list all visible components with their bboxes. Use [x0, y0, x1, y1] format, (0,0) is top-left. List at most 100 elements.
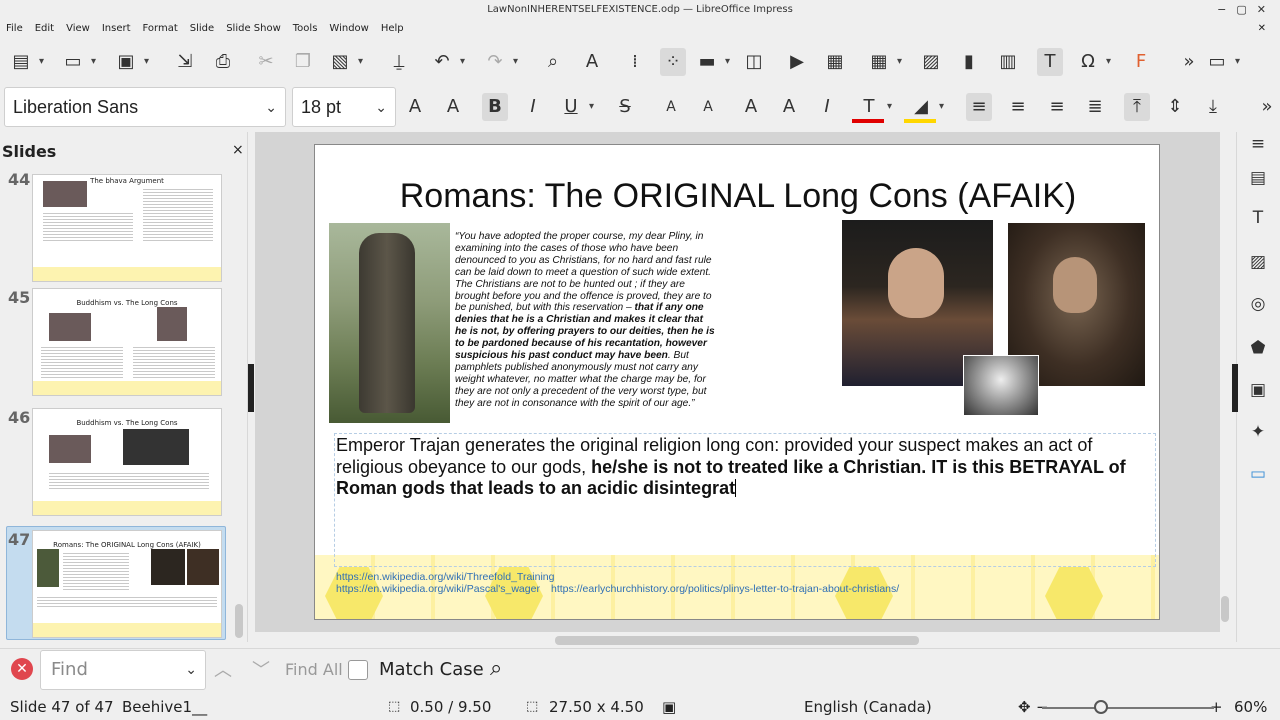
find-replace-dialog-icon[interactable]: ⌕	[490, 656, 502, 681]
slide-layouts-icon[interactable]: ▣	[1246, 378, 1270, 402]
slide[interactable]: Romans: The ORIGINAL Long Cons (AFAIK) “…	[314, 144, 1160, 620]
menu-file[interactable]: File	[0, 20, 29, 38]
special-character-icon[interactable]: Ω	[1075, 48, 1111, 76]
open-folder-icon[interactable]: ▭	[60, 48, 96, 76]
toolbar-overflow-icon[interactable]: »	[1254, 93, 1280, 121]
new-document-icon[interactable]: ▤	[8, 48, 44, 76]
link-pliny-letter[interactable]: https://earlychurchhistory.org/politics/…	[551, 583, 899, 595]
strikethrough-icon[interactable]: S	[612, 93, 638, 121]
vertical-scrollbar[interactable]	[1221, 596, 1229, 622]
religious-figure-image[interactable]	[963, 355, 1039, 416]
slide-title[interactable]: Romans: The ORIGINAL Long Cons (AFAIK)	[315, 177, 1159, 216]
align-top-icon[interactable]: ⤒	[1124, 93, 1150, 121]
find-replace-icon[interactable]: ⌕	[540, 48, 566, 76]
presenter-icon[interactable]: ▦	[822, 48, 848, 76]
maximize-button[interactable]: ▢	[1236, 3, 1256, 16]
justify-icon[interactable]: ≣	[1082, 93, 1108, 121]
fontwork-icon[interactable]: F	[1128, 48, 1154, 76]
save-icon[interactable]: ▣	[113, 48, 149, 76]
close-document-button[interactable]: ✕	[1252, 20, 1272, 38]
slide-thumbnail-47[interactable]: Romans: The ORIGINAL Long Cons (AFAIK)	[32, 530, 222, 638]
redo-icon[interactable]: ↷	[482, 48, 518, 76]
shapes-icon[interactable]: ⬟	[1246, 336, 1270, 360]
close-window-button[interactable]: ✕	[1257, 3, 1276, 16]
toolbar-overflow-icon[interactable]: »	[1176, 48, 1202, 76]
insert-table-icon[interactable]: ▦	[866, 48, 902, 76]
snap-to-grid-icon[interactable]: ⁘	[660, 48, 686, 76]
menu-view[interactable]: View	[60, 20, 96, 38]
navigator-icon[interactable]: ◎	[1246, 292, 1270, 316]
slide-thumbnail-44[interactable]: The bhava Argument	[32, 174, 222, 282]
sidebar-menu-icon[interactable]: ≡	[1246, 132, 1270, 156]
trajan-statue-image[interactable]	[329, 223, 450, 423]
find-next-icon[interactable]: ﹀	[252, 656, 270, 682]
insert-image-icon[interactable]: ▨	[918, 48, 944, 76]
find-input[interactable]: Find ⌄	[40, 650, 206, 690]
align-center-icon[interactable]: ≡	[1005, 93, 1031, 121]
comment-icon[interactable]: ▭	[1204, 48, 1240, 76]
bold-icon[interactable]: B	[482, 93, 508, 121]
underline-icon[interactable]: U	[558, 93, 594, 121]
match-case-checkbox[interactable]	[348, 660, 368, 680]
italic-icon[interactable]: I	[520, 93, 546, 121]
copy-icon[interactable]: ❐	[290, 48, 316, 76]
subscript-icon[interactable]: A	[695, 93, 721, 121]
menu-help[interactable]: Help	[375, 20, 410, 38]
horizontal-scrollbar[interactable]	[555, 636, 919, 645]
find-previous-icon[interactable]: ︿	[214, 656, 232, 682]
link-pascals-wager[interactable]: https://en.wikipedia.org/wiki/Pascal's_w…	[336, 583, 540, 595]
styles-icon[interactable]: ▭	[1246, 462, 1270, 486]
highlight-color-icon[interactable]: ◢	[908, 93, 944, 121]
spelling-icon[interactable]: A	[579, 48, 605, 76]
slides-panel-scrollbar[interactable]	[235, 604, 243, 638]
menu-insert[interactable]: Insert	[96, 20, 137, 38]
increase-font-icon[interactable]: A	[402, 93, 428, 121]
master-slide-name[interactable]: Beehive1__	[122, 694, 207, 720]
shadow-icon[interactable]: ◫	[741, 48, 767, 76]
gallery-icon[interactable]: ▨	[1246, 250, 1270, 274]
menu-window[interactable]: Window	[323, 20, 374, 38]
decrease-font-icon[interactable]: A	[440, 93, 466, 121]
animation-icon[interactable]: ✦	[1246, 420, 1270, 444]
menu-edit[interactable]: Edit	[29, 20, 60, 38]
clear-formatting-icon[interactable]: I	[814, 93, 840, 121]
superscript-icon[interactable]: A	[658, 93, 684, 121]
export-pdf-icon[interactable]: ⇲	[172, 48, 198, 76]
properties-icon[interactable]: ▤	[1246, 166, 1270, 190]
font-color-icon[interactable]: T	[856, 93, 893, 121]
align-right-icon[interactable]: ≡	[1044, 93, 1070, 121]
outline-text-icon[interactable]: A	[776, 93, 802, 121]
display-views-icon[interactable]: ▬	[694, 48, 730, 76]
menu-tools[interactable]: Tools	[287, 20, 324, 38]
align-bottom-icon[interactable]: ⤓	[1200, 93, 1226, 121]
language-indicator[interactable]: English (Canada)	[804, 694, 932, 720]
close-icon[interactable]: ×	[232, 142, 244, 158]
slide-thumbnail-46[interactable]: Buddhism vs. The Long Cons	[32, 408, 222, 516]
cut-icon[interactable]: ✂	[253, 48, 279, 76]
slide-thumbnail-45[interactable]: Buddhism vs. The Long Cons	[32, 288, 222, 396]
document-modified-icon[interactable]: ▣	[662, 694, 676, 720]
close-find-bar-icon[interactable]: ✕	[11, 658, 33, 680]
menu-format[interactable]: Format	[137, 20, 184, 38]
clone-formatting-icon[interactable]: ⍊	[386, 48, 412, 76]
insert-media-icon[interactable]: ▮	[956, 48, 982, 76]
zoom-level[interactable]: 60%	[1234, 694, 1267, 720]
display-grid-icon[interactable]: ⁞	[622, 48, 648, 76]
zoom-slider-track[interactable]	[1042, 707, 1214, 709]
zoom-slider-knob[interactable]	[1094, 700, 1108, 714]
insert-textbox-icon[interactable]: T	[1037, 48, 1063, 76]
body-text-box[interactable]: Emperor Trajan generates the original re…	[336, 435, 1152, 500]
menu-slide[interactable]: Slide	[184, 20, 220, 38]
minimize-button[interactable]: −	[1217, 3, 1236, 16]
sidebar-collapse-handle[interactable]	[1232, 364, 1238, 412]
undo-icon[interactable]: ↶	[429, 48, 465, 76]
shadow-text-icon[interactable]: A	[738, 93, 764, 121]
align-left-icon[interactable]: ≡	[966, 93, 992, 121]
fit-slide-icon[interactable]: ✥	[1018, 694, 1031, 720]
find-all-button[interactable]: Find All	[285, 660, 343, 679]
print-icon[interactable]: ⎙	[210, 48, 236, 76]
menu-slide-show[interactable]: Slide Show	[220, 20, 287, 38]
insert-chart-icon[interactable]: ▥	[995, 48, 1021, 76]
panel-collapse-handle[interactable]	[248, 364, 254, 412]
paste-icon[interactable]: ▧	[327, 48, 363, 76]
